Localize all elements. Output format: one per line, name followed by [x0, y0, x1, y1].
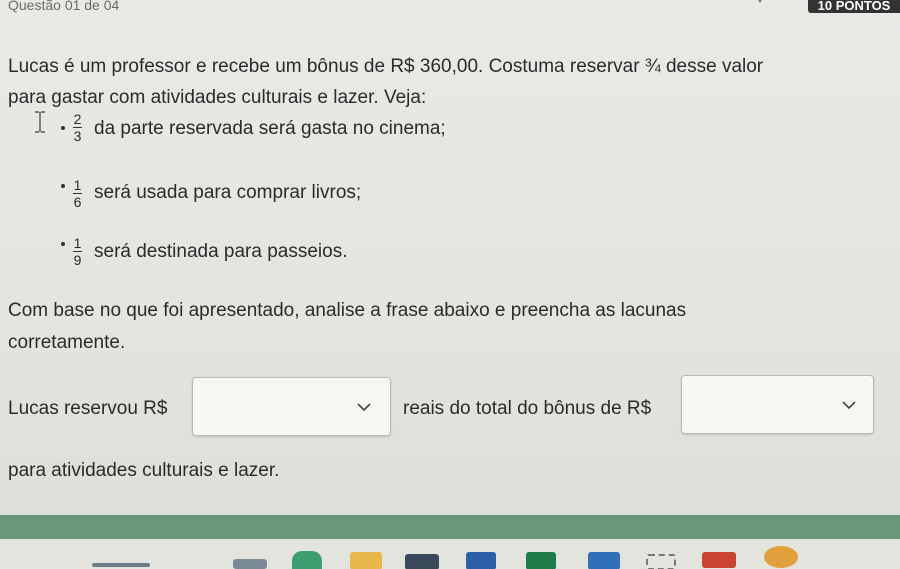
- question-header: Questão 01 de 04 * 10 PONTOS: [0, 0, 900, 16]
- text-cursor-icon: [35, 111, 45, 133]
- instruction-line-2: corretamente.: [8, 332, 126, 353]
- chevron-down-icon: [551, 378, 565, 388]
- chevron-down-icon: [357, 403, 371, 412]
- fraction-numerator: 2: [73, 111, 82, 127]
- total-bonus-select[interactable]: [681, 375, 874, 434]
- taskbar-folder-icon[interactable]: [350, 552, 382, 569]
- question-counter: Questão 01 de 04: [8, 0, 120, 13]
- fraction-1-9: 1 9: [73, 236, 82, 267]
- sentence-part-3: para atividades culturais e lazer.: [8, 460, 280, 481]
- fraction-2-3: 2 3: [73, 112, 82, 143]
- bullet-icon: [61, 126, 65, 130]
- taskbar-outlook-icon[interactable]: [588, 552, 620, 569]
- taskbar-excel-icon[interactable]: [526, 552, 556, 569]
- taskbar-snip-icon[interactable]: [646, 554, 676, 569]
- intro-line-2: para gastar com atividades culturais e l…: [8, 87, 427, 108]
- taskbar-search-icon[interactable]: [92, 563, 150, 567]
- intro-line-1: Lucas é um professor e recebe um bônus d…: [8, 56, 764, 77]
- fraction-denominator: 3: [73, 128, 82, 144]
- item-books-text: será usada para comprar livros;: [94, 182, 362, 203]
- taskbar-store-icon[interactable]: [405, 554, 439, 569]
- chevron-down-icon: [842, 401, 856, 410]
- item-cinema-text: da parte reservada será gasta no cinema;: [94, 118, 446, 139]
- taskbar-word-icon[interactable]: [466, 552, 496, 569]
- instruction-line-1: Com base no que foi apresentado, analise…: [8, 300, 687, 321]
- sentence-part-1: Lucas reservou R$: [8, 398, 168, 419]
- fraction-denominator: 9: [73, 252, 82, 268]
- fraction-numerator: 1: [73, 235, 82, 251]
- fraction-numerator: 1: [73, 177, 82, 193]
- taskbar-app-icon[interactable]: [702, 552, 736, 568]
- taskbar-chrome-icon[interactable]: [764, 546, 798, 568]
- sentence-part-2: reais do total do bônus de R$: [403, 398, 652, 419]
- reserved-amount-select[interactable]: [192, 377, 391, 436]
- taskbar-widgets-icon[interactable]: [233, 559, 267, 569]
- points-badge: 10 PONTOS: [808, 0, 900, 13]
- required-star: *: [758, 0, 762, 9]
- fraction-1-6: 1 6: [73, 178, 82, 209]
- bullet-icon: [61, 242, 65, 246]
- taskbar-edge-icon[interactable]: [292, 551, 322, 569]
- bullet-icon: [61, 184, 65, 188]
- fraction-denominator: 6: [73, 194, 82, 210]
- item-tours-text: será destinada para passeios.: [94, 241, 348, 262]
- taskbar-strip: [0, 515, 900, 539]
